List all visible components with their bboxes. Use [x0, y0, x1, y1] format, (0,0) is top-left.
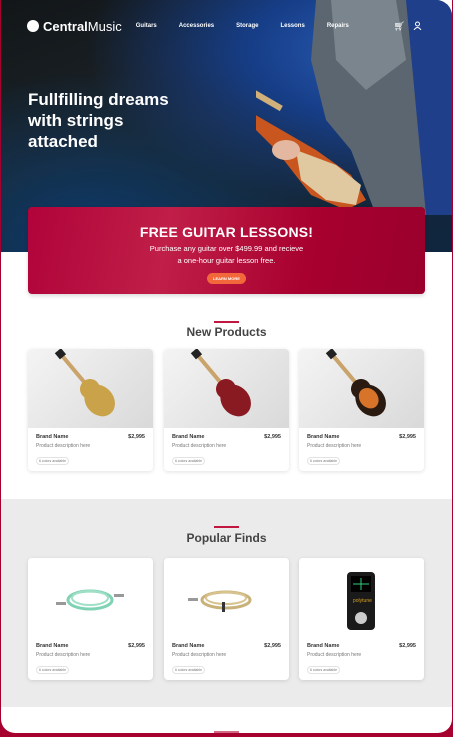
product-card[interactable]: Brand Name $2,995 Product description here… [164, 349, 289, 471]
divider [214, 321, 239, 323]
nav-accessories[interactable]: Accessories [179, 23, 214, 29]
colors-badge: 6 colors available [36, 457, 70, 465]
brand-name: Brand Name [307, 643, 340, 649]
product-image[interactable] [164, 349, 289, 428]
section-title-new-products: New Products [186, 325, 267, 339]
page: Central Music Guitars Accessories Storage… [1, 0, 452, 733]
product-image[interactable]: polytune [299, 558, 424, 637]
product-card[interactable]: polytune Brand Name $2,995 Product descript… [299, 558, 424, 680]
product-description: Product description here [36, 652, 91, 658]
brand-name: Brand Name [36, 643, 69, 649]
nav-repairs[interactable]: Repairs [327, 23, 349, 29]
product-card[interactable]: Brand Name $2,995 Product description here… [164, 558, 289, 680]
cart-icon[interactable]: 🛒︎ [394, 21, 405, 32]
brand-name: Brand Name [36, 434, 69, 440]
product-image[interactable] [28, 349, 153, 428]
price: $2,995 [128, 434, 145, 440]
colors-badge: 6 colors available [36, 666, 70, 674]
product-description: Product description here [172, 652, 227, 658]
colors-badge: 6 colors available [307, 457, 341, 465]
colors-badge: 6 colors available [307, 666, 341, 674]
logo[interactable]: Central Music [27, 19, 122, 34]
product-description: Product description here [36, 443, 91, 449]
brand-name: Brand Name [172, 434, 205, 440]
brand-name: Brand Name [307, 434, 340, 440]
divider [214, 526, 239, 528]
nav-guitars[interactable]: Guitars [136, 23, 157, 29]
product-card[interactable]: Brand Name $2,995 Product description here… [28, 558, 153, 680]
promo-title: FREE GUITAR LESSONS! [139, 224, 314, 240]
svg-text:polytune: polytune [353, 598, 372, 604]
nav-lessons[interactable]: Lessons [280, 23, 304, 29]
product-image[interactable] [164, 558, 289, 637]
product-description: Product description here [307, 652, 362, 658]
promo-text: Purchase any guitar over $499.99 and rec… [149, 244, 304, 265]
brand-name: Brand Name [172, 643, 205, 649]
price: $2,995 [264, 643, 281, 649]
price: $2,995 [399, 643, 416, 649]
price: $2,995 [128, 643, 145, 649]
price: $2,995 [399, 434, 416, 440]
price: $2,995 [264, 434, 281, 440]
section-title-popular-finds: Popular Finds [186, 531, 267, 545]
product-image[interactable] [28, 558, 153, 637]
divider [214, 731, 239, 733]
product-description: Product description here [307, 443, 362, 449]
hero-headline: Fullfilling dreams with strings attached [28, 90, 169, 151]
top-nav: Central Music Guitars Accessories Storage… [27, 18, 422, 34]
product-image[interactable] [299, 349, 424, 428]
logo-icon [27, 20, 39, 32]
product-card[interactable]: Brand Name $2,995 Product description here… [299, 349, 424, 471]
learn-more-button[interactable]: LEARN MORE [207, 273, 246, 284]
product-card[interactable]: Brand Name $2,995 Product description here… [28, 349, 153, 471]
nav-storage[interactable]: Storage [236, 23, 258, 29]
product-description: Product description here [172, 443, 227, 449]
colors-badge: 6 colors available [172, 457, 206, 465]
promo-banner: FREE GUITAR LESSONS! Purchase any guitar… [28, 207, 425, 294]
colors-badge: 6 colors available [172, 666, 206, 674]
user-icon[interactable] [413, 21, 422, 32]
